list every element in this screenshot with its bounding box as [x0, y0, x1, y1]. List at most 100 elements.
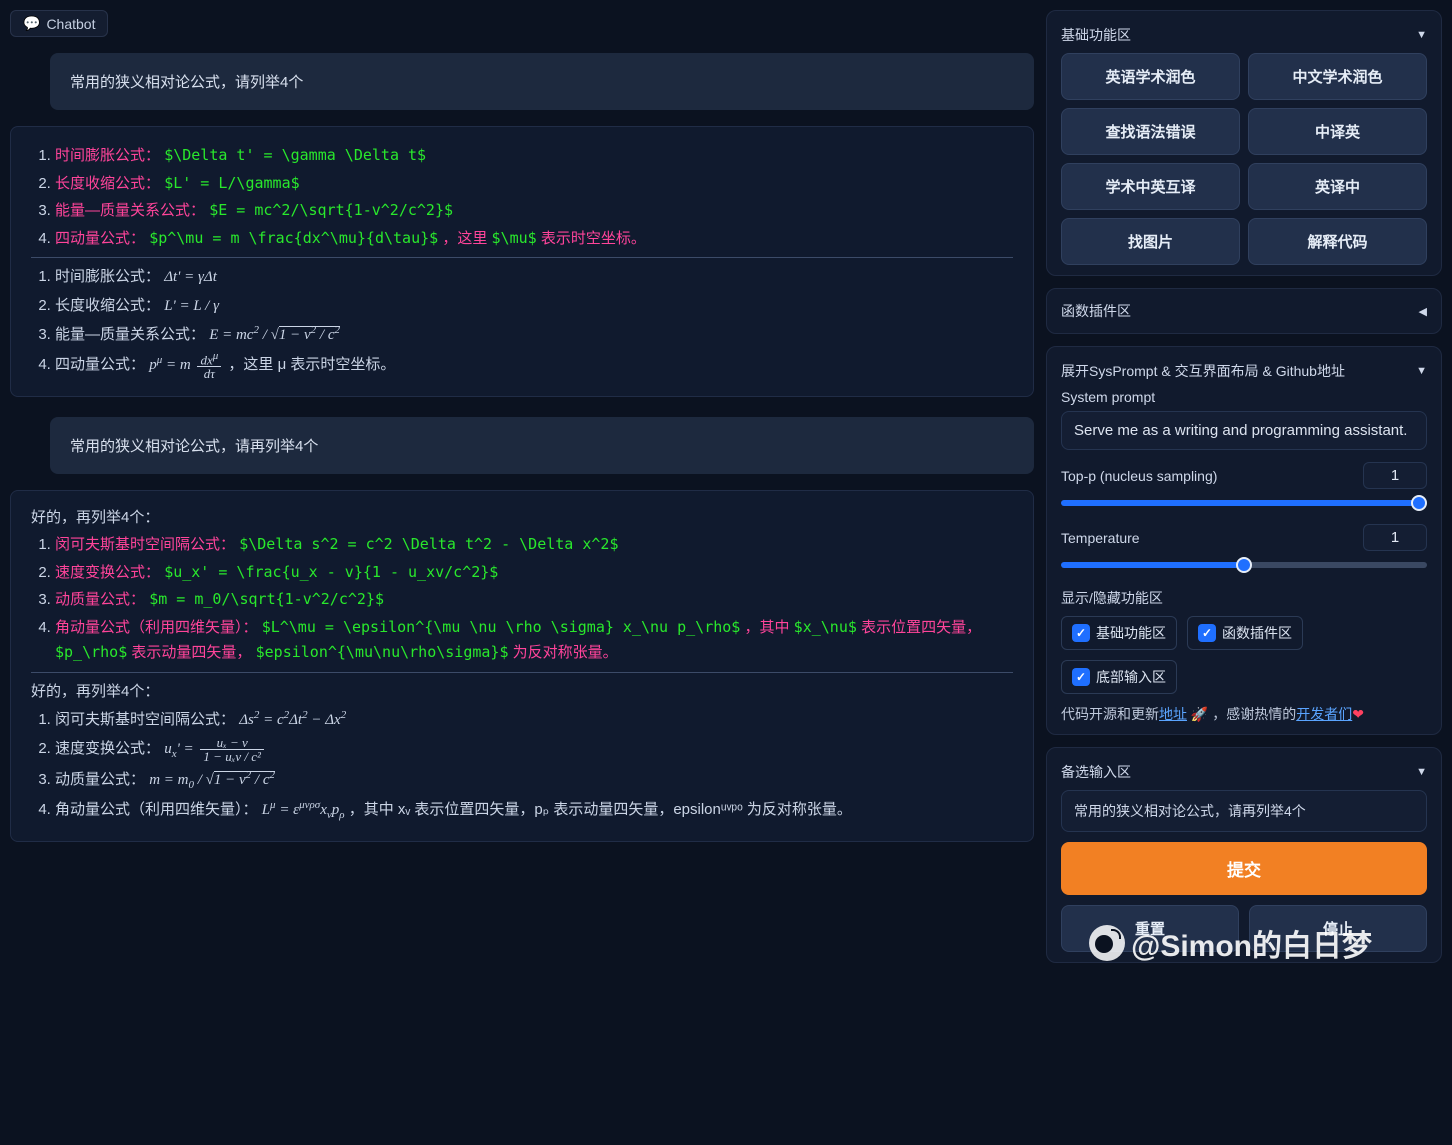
item-tail: ，其中 xᵥ 表示位置四矢量，pₚ 表示动量四矢量，epsilonᵘᵛᵖᵒ 为反… [349, 801, 852, 818]
item-label: 速度变换公式： [55, 740, 160, 757]
reset-button[interactable]: 重置 [1061, 905, 1239, 952]
item-tex: $u_x' = \frac{u_x - v}{1 - u_xv/c^2}$ [164, 563, 498, 581]
item-tail: ，其中 [745, 619, 794, 636]
fn-btn-zh-to-en[interactable]: 中译英 [1248, 108, 1427, 155]
item-tail: 为反对称张量。 [513, 644, 618, 661]
list-item: 能量—质量关系公式： E = mc2 / √1 − v2 / c2 [55, 321, 1013, 349]
heart-icon: ❤ [1352, 706, 1364, 722]
item-label: 速度变换公式： [55, 564, 160, 581]
item-label: 动质量公式： [55, 591, 145, 608]
item-label: 能量—质量关系公式： [55, 326, 205, 343]
source-link[interactable]: 地址 [1159, 706, 1187, 722]
item-label: 能量—质量关系公式： [55, 202, 205, 219]
fn-btn-en-to-zh[interactable]: 英译中 [1248, 163, 1427, 210]
item-label: 角动量公式（利用四维矢量）： [55, 619, 258, 636]
bot-message-1: 时间膨胀公式： $\Delta t' = \gamma \Delta t$ 长度… [10, 126, 1034, 397]
item-tex: $L^\mu = \epsilon^{\mu \nu \rho \sigma} … [262, 618, 741, 636]
list-item: 闵可夫斯基时空间隔公式： $\Delta s^2 = c^2 \Delta t^… [55, 532, 1013, 558]
user-message-1: 常用的狭义相对论公式，请列举4个 [50, 53, 1034, 110]
panel-header[interactable]: 备选输入区 ▼ [1061, 758, 1427, 790]
item-label: 长度收缩公式： [55, 175, 160, 192]
item-tex: $m = m_0/\sqrt{1-v^2/c^2}$ [149, 590, 384, 608]
item-tex: $p_\rho$ [55, 643, 127, 661]
submit-button[interactable]: 提交 [1061, 842, 1427, 895]
panel-header[interactable]: 基础功能区 ▼ [1061, 21, 1427, 53]
list-item: 动质量公式： m = m0 / √1 − v2 / c2 [55, 766, 1013, 795]
tab-chatbot[interactable]: 💬 Chatbot [10, 10, 108, 37]
item-tex: $L' = L/\gamma$ [164, 174, 299, 192]
fn-btn-grammar-check[interactable]: 查找语法错误 [1061, 108, 1240, 155]
item-label: 四动量公式： [55, 230, 145, 247]
item-tex: $E = mc^2/\sqrt{1-v^2/c^2}$ [209, 201, 453, 219]
panel-title: 展开SysPrompt & 交互界面布局 & Github地址 [1061, 361, 1345, 381]
item-tex: $epsilon^{\mu\nu\rho\sigma}$ [256, 643, 509, 661]
fn-btn-explain-code[interactable]: 解释代码 [1248, 218, 1427, 265]
item-tex: $x_\nu$ [794, 618, 857, 636]
item-tail: 表示时空坐标。 [541, 230, 646, 247]
item-label: 角动量公式（利用四维矢量）： [55, 801, 258, 818]
toggle-label: 函数插件区 [1222, 623, 1292, 643]
topp-label: Top-p (nucleus sampling) [1061, 468, 1217, 484]
sys-prompt-input[interactable]: Serve me as a writing and programming as… [1061, 411, 1427, 450]
panel-function-plugins[interactable]: 函数插件区 ◀ [1046, 288, 1442, 334]
topp-slider[interactable] [1061, 500, 1427, 506]
list-item: 时间膨胀公式： Δt' = γΔt [55, 264, 1013, 291]
fn-btn-english-polish[interactable]: 英语学术润色 [1061, 53, 1240, 100]
toggle-bottom-input[interactable]: ✓ 底部输入区 [1061, 660, 1177, 694]
bot-message-2: 好的，再列举4个： 闵可夫斯基时空间隔公式： $\Delta s^2 = c^2… [10, 490, 1034, 842]
divider [31, 672, 1013, 673]
item-tail: 表示动量四矢量， [131, 644, 251, 661]
item-label: 长度收缩公式： [55, 297, 160, 314]
list-item: 速度变换公式： ux' = uₓ − v 1 − uₓv / c² [55, 736, 1013, 764]
topp-value[interactable]: 1 [1363, 462, 1427, 489]
panel-header[interactable]: 展开SysPrompt & 交互界面布局 & Github地址 ▼ [1061, 357, 1427, 389]
list-item: 能量—质量关系公式： $E = mc^2/\sqrt{1-v^2/c^2}$ [55, 198, 1013, 224]
list-item: 长度收缩公式： L' = L / γ [55, 293, 1013, 320]
list-item: 时间膨胀公式： $\Delta t' = \gamma \Delta t$ [55, 143, 1013, 169]
item-math: m = m0 / √1 − v2 / c2 [149, 772, 275, 788]
toggle-label: 底部输入区 [1096, 667, 1166, 687]
chevron-left-icon: ◀ [1419, 305, 1427, 318]
toggle-label: 基础功能区 [1096, 623, 1166, 643]
toggle-section-title: 显示/隐藏功能区 [1061, 588, 1427, 608]
stop-button[interactable]: 停止 [1249, 905, 1427, 952]
check-icon: ✓ [1198, 624, 1216, 642]
panel-alt-input: 备选输入区 ▼ 提交 重置 停止 [1046, 747, 1442, 963]
footer-note: 代码开源和更新地址 🚀 ，感谢热情的开发者们❤ [1061, 704, 1427, 724]
note-text: 代码开源和更新 [1061, 706, 1159, 722]
item-math: Δt' = γΔt [164, 269, 217, 285]
item-math: pμ = m dxμdτ [149, 357, 224, 373]
item-label: 四动量公式： [55, 356, 145, 373]
item-tex: $\mu$ [492, 229, 537, 247]
item-tail: 表示位置四矢量， [861, 619, 981, 636]
temperature-label: Temperature [1061, 530, 1140, 546]
tab-label: Chatbot [46, 16, 95, 32]
chevron-down-icon: ▼ [1416, 365, 1427, 377]
item-tex: $p^\mu = m \frac{dx^\mu}{d\tau}$ [149, 229, 438, 247]
list-item: 角动量公式（利用四维矢量）： Lμ = εμνρσxνpρ ，其中 xᵥ 表示位… [55, 796, 1013, 825]
list-item: 四动量公式： $p^\mu = m \frac{dx^\mu}{d\tau}$ … [55, 226, 1013, 252]
list-item: 速度变换公式： $u_x' = \frac{u_x - v}{1 - u_xv/… [55, 560, 1013, 586]
bot-intro: 好的，再列举4个： [31, 679, 1013, 705]
temperature-slider[interactable] [1061, 562, 1427, 568]
item-math: E = mc2 / √1 − v2 / c2 [209, 327, 340, 343]
alt-input-field[interactable] [1061, 790, 1427, 832]
toggle-basic-area[interactable]: ✓ 基础功能区 [1061, 616, 1177, 650]
item-tex: $\Delta s^2 = c^2 \Delta t^2 - \Delta x^… [239, 535, 618, 553]
temperature-value[interactable]: 1 [1363, 524, 1427, 551]
fn-btn-academic-translate[interactable]: 学术中英互译 [1061, 163, 1240, 210]
chat-icon: 💬 [23, 15, 40, 32]
list-item: 动质量公式： $m = m_0/\sqrt{1-v^2/c^2}$ [55, 587, 1013, 613]
fn-btn-chinese-polish[interactable]: 中文学术润色 [1248, 53, 1427, 100]
list-item: 角动量公式（利用四维矢量）： $L^\mu = \epsilon^{\mu \n… [55, 615, 1013, 666]
panel-title: 备选输入区 [1061, 762, 1131, 782]
panel-title: 基础功能区 [1061, 25, 1131, 45]
item-label: 动质量公式： [55, 771, 145, 788]
user-message-2: 常用的狭义相对论公式，请再列举4个 [50, 417, 1034, 474]
fn-btn-find-image[interactable]: 找图片 [1061, 218, 1240, 265]
devs-link[interactable]: 开发者们 [1296, 706, 1352, 722]
toggle-plugin-area[interactable]: ✓ 函数插件区 [1187, 616, 1303, 650]
check-icon: ✓ [1072, 668, 1090, 686]
item-tail: ，这里 μ 表示时空坐标。 [228, 356, 395, 373]
item-tail: ，这里 [442, 230, 491, 247]
